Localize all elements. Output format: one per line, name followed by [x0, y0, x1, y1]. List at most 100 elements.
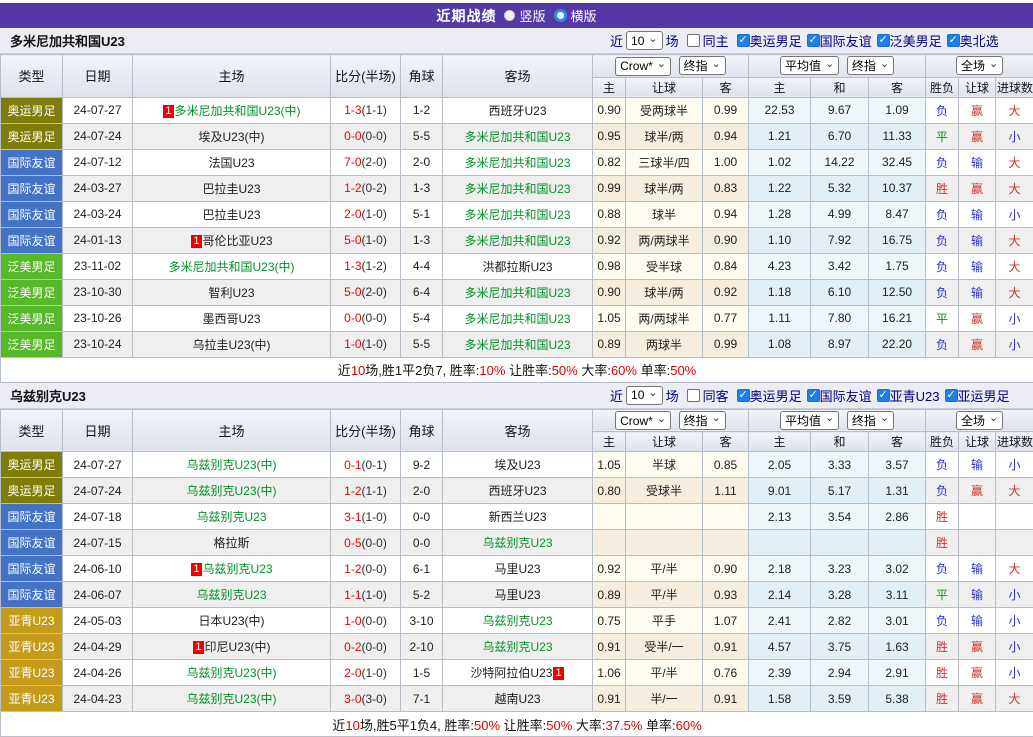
odds-away: 0.90	[703, 227, 749, 253]
match-date: 24-07-27	[63, 452, 133, 478]
match-score: 0-0(0-0)	[331, 305, 401, 331]
away-team: 乌兹别克U23	[443, 530, 593, 556]
fulltime-score: 5-0	[344, 233, 361, 247]
match-count-select[interactable]: 10⌄	[626, 31, 663, 50]
result-outcome: 胜	[926, 686, 959, 712]
match-type-badge: 奥运男足	[1, 123, 63, 149]
result-goals: 大	[996, 97, 1033, 123]
result-goals: 小	[996, 201, 1033, 227]
table-row: 泛美男足23-10-30智利U235-0(2-0)6-4多米尼加共和国U230.…	[1, 279, 1033, 305]
average-final-value: 终指	[852, 412, 876, 429]
avg-home: 1.10	[749, 227, 811, 253]
summary-stat-value: 50%	[546, 718, 572, 733]
table-row: 国际友谊24-01-131哥伦比亚U235-0(1-0)1-3多米尼加共和国U2…	[1, 227, 1033, 253]
league-checkbox[interactable]: ✓	[807, 389, 820, 402]
halftime-score: (0-0)	[362, 536, 387, 550]
match-type-badge: 国际友谊	[1, 530, 63, 556]
odds-source-select[interactable]: Crow*⌄	[615, 411, 671, 430]
average-final-select[interactable]: 终指⌄	[847, 56, 894, 75]
home-team: 格拉斯	[133, 530, 331, 556]
result-goals: 小	[996, 331, 1033, 357]
league-checkbox[interactable]: ✓	[737, 389, 750, 402]
odds-final-select[interactable]: 终指⌄	[679, 56, 726, 75]
team-name: 乌兹别克U23	[196, 588, 266, 602]
summary-row: 近10场,胜5平1负4, 胜率:50% 让胜率:50% 大率:37.5% 单率:…	[1, 712, 1033, 737]
fulltime-score: 7-0	[344, 155, 361, 169]
average-select[interactable]: 平均值⌄	[780, 411, 839, 430]
match-date: 23-10-24	[63, 331, 133, 357]
result-goals: 小	[996, 582, 1033, 608]
corner-score: 4-4	[401, 253, 443, 279]
same-venue-checkbox[interactable]	[687, 34, 700, 47]
avg-draw: 3.33	[811, 452, 869, 478]
average-dropdown-group: 平均值⌄ 终指⌄	[749, 55, 926, 78]
summary-text: 大率:	[578, 363, 611, 378]
col-header-date: 日期	[63, 55, 133, 98]
radio-checked-icon[interactable]	[554, 9, 567, 22]
match-score: 1-2(0-2)	[331, 175, 401, 201]
avg-home: 4.57	[749, 634, 811, 660]
subcol-avg-home: 主	[749, 432, 811, 452]
avg-away: 2.86	[869, 504, 926, 530]
same-venue-checkbox[interactable]	[687, 389, 700, 402]
fulltime-score: 2-0	[344, 207, 361, 221]
halftime-score: (1-0)	[362, 233, 387, 247]
table-row: 亚青U2324-04-291印尼U23(中)0-2(0-0)2-10乌兹别克U2…	[1, 634, 1033, 660]
avg-home: 2.41	[749, 608, 811, 634]
odds-home: 0.82	[593, 149, 626, 175]
halftime-score: (0-0)	[362, 640, 387, 654]
average-select[interactable]: 平均值⌄	[780, 56, 839, 75]
team-name: 多米尼加共和国U23	[464, 338, 570, 352]
avg-home: 1.18	[749, 279, 811, 305]
match-count-select[interactable]: 10⌄	[626, 386, 663, 405]
league-checkbox[interactable]: ✓	[807, 34, 820, 47]
view-mode-horizontal-label: 横版	[571, 6, 597, 25]
result-outcome: 负	[926, 452, 959, 478]
avg-home: 1.21	[749, 123, 811, 149]
result-handicap: 赢	[959, 97, 996, 123]
red-card-badge: 1	[191, 235, 201, 248]
table-row: 国际友谊24-03-24巴拉圭U232-0(1-0)5-1多米尼加共和国U230…	[1, 201, 1033, 227]
scope-select[interactable]: 全场⌄	[956, 56, 1003, 75]
view-mode-horizontal[interactable]: 横版	[554, 6, 597, 25]
result-goals: 大	[996, 686, 1033, 712]
odds-final-select[interactable]: 终指⌄	[679, 411, 726, 430]
odds-handicap: 平/半	[626, 582, 703, 608]
radio-unchecked-icon[interactable]	[504, 10, 515, 21]
scope-select[interactable]: 全场⌄	[956, 411, 1003, 430]
odds-home: 0.88	[593, 201, 626, 227]
average-final-select[interactable]: 终指⌄	[847, 411, 894, 430]
league-checkbox[interactable]: ✓	[945, 389, 958, 402]
result-outcome: 负	[926, 253, 959, 279]
corner-score: 5-4	[401, 305, 443, 331]
odds-source-select[interactable]: Crow*⌄	[615, 57, 671, 76]
match-date: 24-04-23	[63, 686, 133, 712]
team-name: 多米尼加共和国U23	[464, 182, 570, 196]
col-header-home: 主场	[133, 409, 331, 452]
fulltime-score: 1-0	[344, 614, 361, 628]
odds-home: 0.95	[593, 123, 626, 149]
view-mode-vertical[interactable]: 竖版	[504, 6, 545, 25]
odds-away	[703, 504, 749, 530]
result-outcome: 负	[926, 227, 959, 253]
filter-recent-label: 近	[610, 386, 623, 405]
chevron-down-icon: ⌄	[657, 414, 666, 424]
league-checkbox[interactable]: ✓	[877, 389, 890, 402]
odds-handicap: 受两球半	[626, 97, 703, 123]
corner-score: 7-1	[401, 686, 443, 712]
halftime-score: (1-0)	[362, 337, 387, 351]
league-filters: ✓奥运男足✓国际友谊✓泛美男足✓奥北选	[732, 31, 999, 50]
league-checkbox[interactable]: ✓	[737, 34, 750, 47]
match-score: 0-5(0-0)	[331, 530, 401, 556]
odds-away: 0.92	[703, 279, 749, 305]
team-name: 乌兹别克U23	[482, 536, 552, 550]
league-checkbox[interactable]: ✓	[877, 34, 890, 47]
result-handicap: 赢	[959, 686, 996, 712]
match-type-badge: 奥运男足	[1, 452, 63, 478]
league-checkbox[interactable]: ✓	[947, 34, 960, 47]
odds-dropdown-group: Crow*⌄ 终指⌄	[593, 409, 749, 432]
fulltime-score: 2-0	[344, 666, 361, 680]
avg-away	[869, 530, 926, 556]
team-name: 乌拉圭U23(中)	[192, 338, 270, 352]
match-type-badge: 国际友谊	[1, 175, 63, 201]
